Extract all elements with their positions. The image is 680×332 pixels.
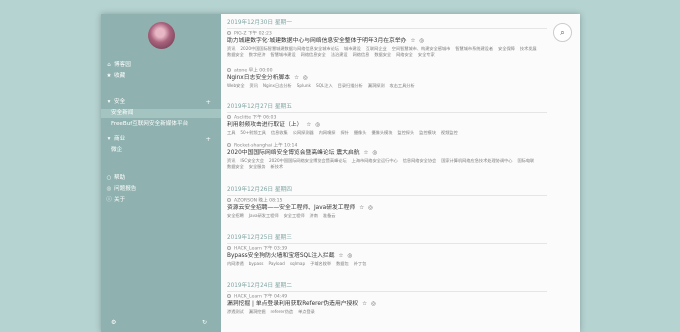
source-icon xyxy=(227,198,231,202)
refresh-icon[interactable]: ↻ xyxy=(202,319,207,326)
nav-about[interactable]: ⓘ 关于 xyxy=(101,196,221,205)
search-icon: ⌕ xyxy=(560,27,565,37)
article-list: ⌕ 2019年12月30日 星期一 PIG-Z 下午 02:23 助力城建数字化… xyxy=(221,14,580,332)
post-title[interactable]: 2020中国国际网络安全博览会暨高峰论坛 震大启航 ☆ ◎ xyxy=(227,150,377,157)
source-icon xyxy=(227,31,231,35)
home-icon: ⌂ xyxy=(107,62,111,68)
post-meta: Rocket-shanghai 上午 10:14 xyxy=(227,143,297,150)
sidebar: ⌂ 博客园 ★ 收藏 ▾ 安全 + 安全新闻 FreeBuf互联网安全新媒体平台… xyxy=(101,14,221,332)
users-icon: ◎ xyxy=(106,186,112,192)
post-meta: AZORSON 晚上 08:15 xyxy=(227,198,282,205)
nav-issue-report[interactable]: ◎ 问题报告 xyxy=(101,185,221,194)
date-header: 2019年12月25日 星期三 xyxy=(227,235,292,241)
star-icon[interactable]: ☆ xyxy=(339,253,344,259)
post-title[interactable]: 利用射频攻击进行取证（上） ☆ ◎ xyxy=(227,122,320,129)
app-window: ⌂ 博客园 ★ 收藏 ▾ 安全 + 安全新闻 FreeBuf互联网安全新媒体平台… xyxy=(101,14,580,332)
feed-weiqi[interactable]: 微企 xyxy=(101,146,221,155)
feed-security-news[interactable]: 安全新闻 xyxy=(101,109,221,118)
nav-label: 博客园 xyxy=(114,62,131,68)
post-meta: Asclitte 下午 06:03 xyxy=(227,115,276,122)
star-icon[interactable]: ☆ xyxy=(359,205,364,211)
settings-icon[interactable]: ⚙ xyxy=(111,319,116,326)
info-icon: ⓘ xyxy=(106,197,112,203)
divider xyxy=(227,243,547,244)
post-title[interactable]: Bypass安全狗防火墙和宝塔SQL注入拦截 ☆ ◎ xyxy=(227,253,352,260)
star-icon: ★ xyxy=(106,73,112,79)
add-feed-icon[interactable]: + xyxy=(206,135,211,144)
share-icon[interactable]: ◎ xyxy=(315,122,320,128)
nav-label: 问题报告 xyxy=(114,186,137,192)
nav-help[interactable]: ○ 帮助 xyxy=(101,174,221,183)
post-title[interactable]: Nginx日志安全分析脚本 ☆ ◎ xyxy=(227,75,308,82)
source-icon xyxy=(227,294,231,298)
date-header: 2019年12月30日 星期一 xyxy=(227,20,292,26)
tag-list: Web安全 资讯 Nginx日志分析 Splunk SQL注入 目录扫描分析 漏洞探测 攻击工… xyxy=(227,83,415,88)
feed-label: 微企 xyxy=(111,147,123,153)
nav-blog-home[interactable]: ⌂ 博客园 xyxy=(101,61,221,70)
share-icon[interactable]: ◎ xyxy=(372,150,377,156)
post-meta: atone 早上 00:00 xyxy=(227,68,273,75)
star-icon[interactable]: ☆ xyxy=(306,122,311,128)
post-meta: HACK_Learn 下午 03:39 xyxy=(227,246,287,253)
date-header: 2019年12月27日 星期五 xyxy=(227,104,292,110)
date-header: 2019年12月26日 星期四 xyxy=(227,187,292,193)
star-icon[interactable]: ☆ xyxy=(362,301,367,307)
category-security[interactable]: ▾ 安全 + xyxy=(101,98,221,107)
chevron-down-icon: ▾ xyxy=(107,99,111,105)
nav-label: 关于 xyxy=(114,197,126,203)
share-icon[interactable]: ◎ xyxy=(347,253,352,259)
post-title[interactable]: 资源云安全招聘——安全工程师、Java研发工程师 ☆ ◎ xyxy=(227,205,373,212)
avatar[interactable] xyxy=(148,22,175,49)
feed-freebuf[interactable]: FreeBuf互联网安全新媒体平台 xyxy=(101,120,221,129)
date-header: 2019年12月24日 星期二 xyxy=(227,283,292,289)
category-label: 商业 xyxy=(114,136,126,142)
post-meta: HACK_Learn 下午 04:49 xyxy=(227,294,287,301)
nav-label: 收藏 xyxy=(114,73,126,79)
star-icon[interactable]: ☆ xyxy=(294,75,299,81)
chevron-down-icon: ▾ xyxy=(107,136,111,142)
source-icon xyxy=(227,143,231,147)
category-business[interactable]: ▾ 商业 + xyxy=(101,135,221,144)
search-button[interactable]: ⌕ xyxy=(553,23,572,42)
post-meta: PIG-Z 下午 02:23 xyxy=(227,31,272,38)
share-icon[interactable]: ◎ xyxy=(371,301,376,307)
tag-list: 内网渗透 bypass Payload sqlmap 子域名枚举 数据包 补丁包 xyxy=(227,261,367,266)
category-label: 安全 xyxy=(114,99,126,105)
divider xyxy=(227,195,547,196)
post-title[interactable]: 助力城建数字化·城建数据中心与网络信息安全整体于明年3月在京举办 ☆ ◎ xyxy=(227,38,424,45)
add-feed-icon[interactable]: + xyxy=(206,98,211,107)
help-icon: ○ xyxy=(106,175,112,181)
nav-label: 帮助 xyxy=(114,175,126,181)
tag-list: 工具 50+射频工具 信息收集 公网探测器 内网嗅探 探针 摄像头 摄像头模块 监控探头 监控模块… xyxy=(227,130,458,135)
divider xyxy=(227,28,547,29)
tag-list: 渗透测试 漏洞挖掘 referer伪造 单点登录 xyxy=(227,309,315,314)
divider xyxy=(227,112,547,113)
star-icon[interactable]: ☆ xyxy=(410,38,415,44)
share-icon[interactable]: ◎ xyxy=(368,205,373,211)
tag-list: 资讯 ISC安全大会 2020中国国际网络安全博览会暨高峰论坛 上海市网络安全运行中心… xyxy=(227,158,535,169)
nav-favorites[interactable]: ★ 收藏 xyxy=(101,72,221,81)
divider xyxy=(227,291,547,292)
star-icon[interactable]: ☆ xyxy=(364,150,369,156)
feed-label: FreeBuf互联网安全新媒体平台 xyxy=(111,121,189,127)
feed-label: 安全新闻 xyxy=(111,110,134,116)
post-title[interactable]: 漏洞挖掘 | 单点登录利用获取Referer伪造用户授权 ☆ ◎ xyxy=(227,301,376,308)
source-icon xyxy=(227,68,231,72)
source-icon xyxy=(227,246,231,250)
share-icon[interactable]: ◎ xyxy=(303,75,308,81)
source-icon xyxy=(227,115,231,119)
share-icon[interactable]: ◎ xyxy=(419,38,424,44)
tag-list: 安全招聘 Java研发工程师 安全工程师 济南 准备云 xyxy=(227,213,336,218)
tag-list: 资讯 2020中国国际智慧城建数据与网络信息安全城市论坛 城市建设 互联网企业 空间智慧… xyxy=(227,46,537,57)
